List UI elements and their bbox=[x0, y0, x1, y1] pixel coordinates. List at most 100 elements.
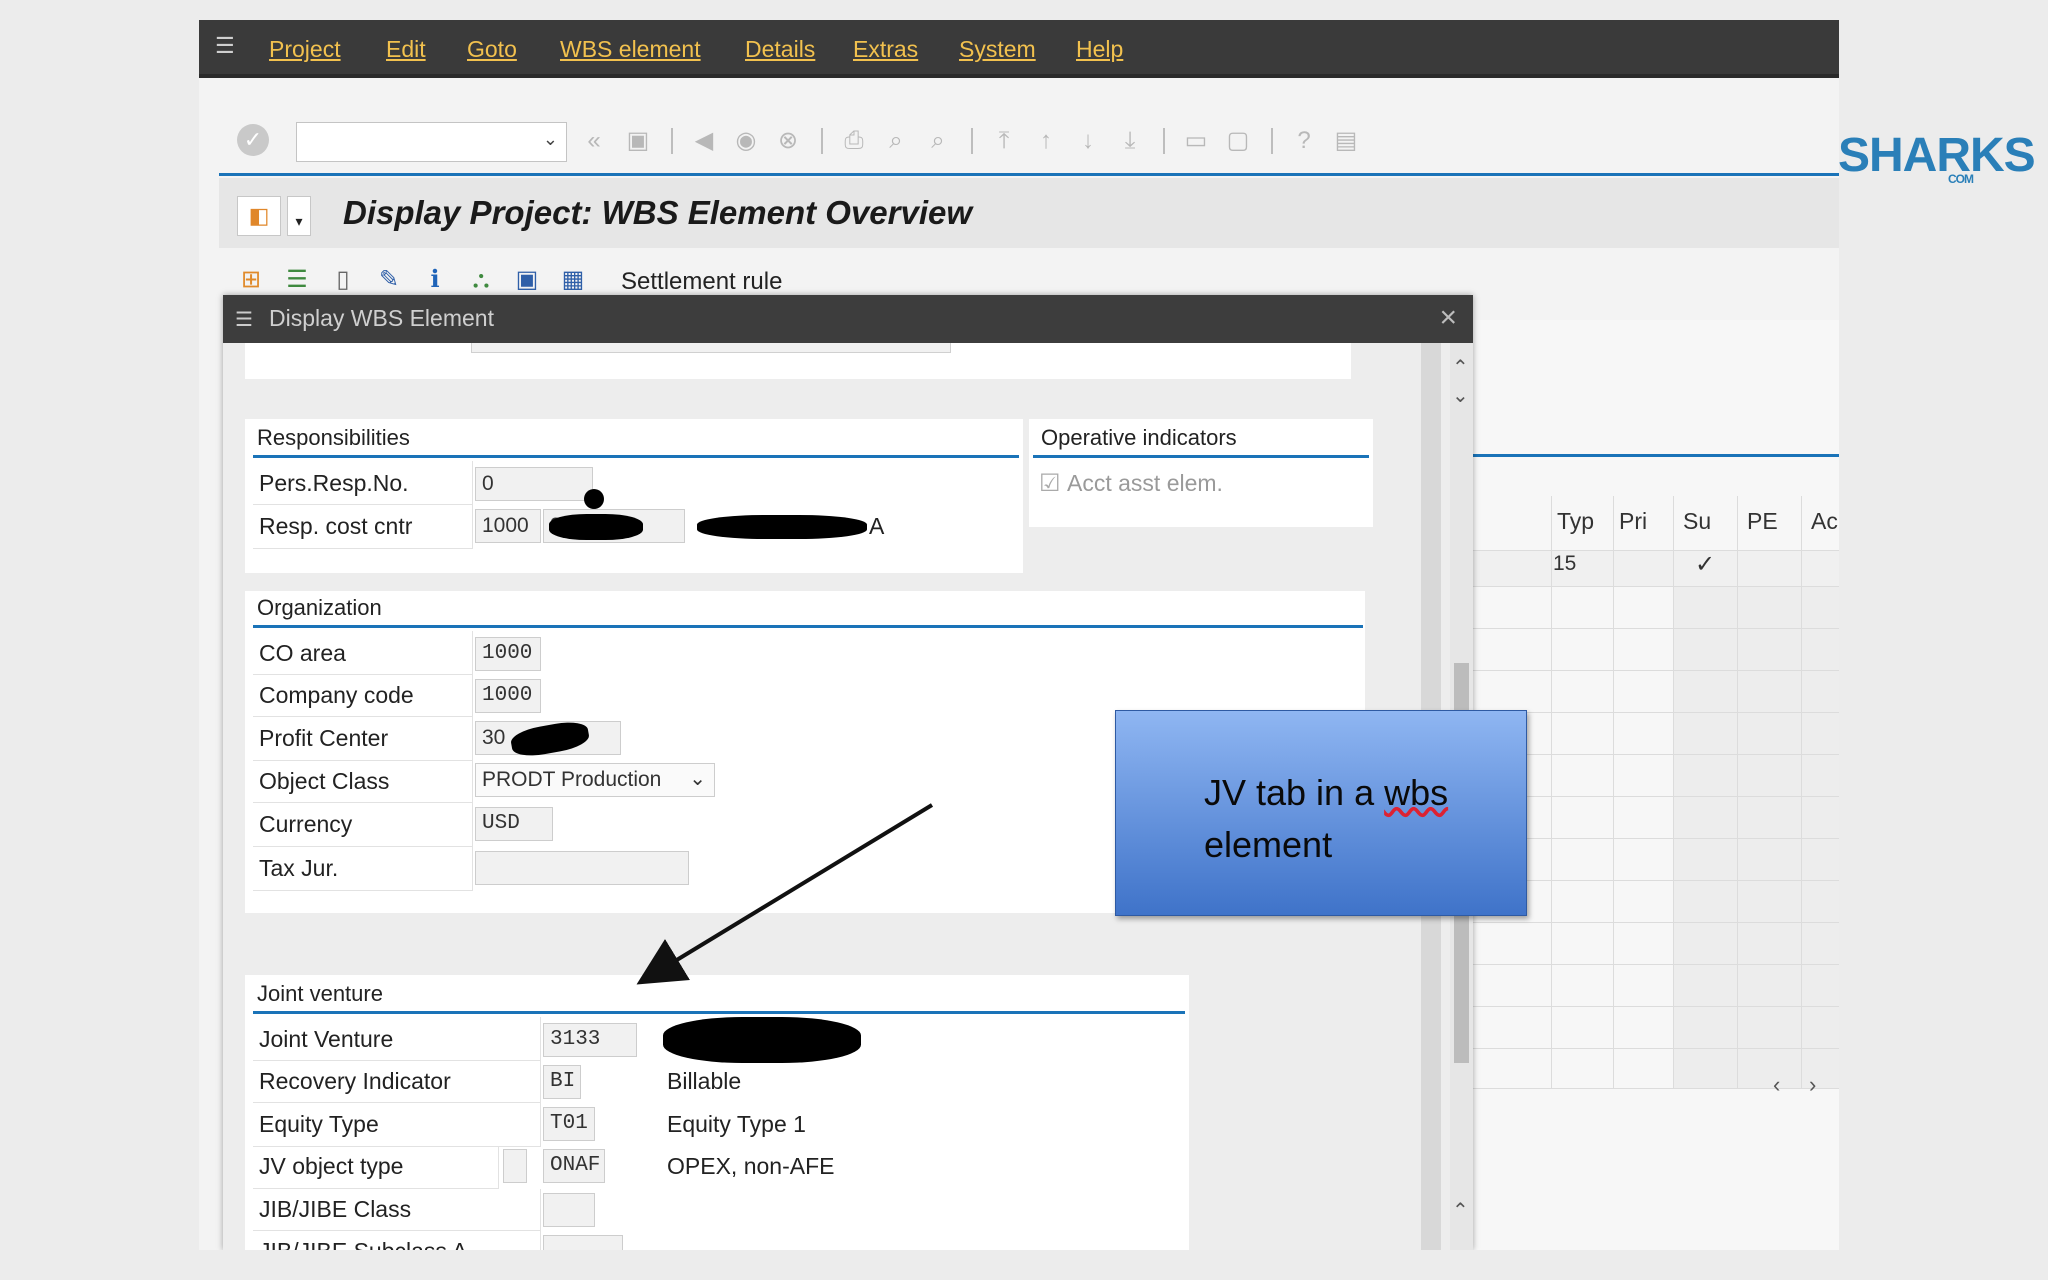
print-icon[interactable]: ⎙ bbox=[839, 126, 869, 156]
section-divider bbox=[253, 455, 1019, 458]
column-ac[interactable]: Ac bbox=[1811, 508, 1838, 535]
chevron-down-icon[interactable]: ⌄ bbox=[543, 129, 558, 150]
back-icon[interactable]: ◀ bbox=[689, 126, 719, 156]
hierarchy-icon[interactable]: ⛬ bbox=[465, 264, 497, 296]
joint-venture-panel: Joint venture Joint Venture 3133 Recover… bbox=[245, 975, 1189, 1250]
info-icon[interactable]: ℹ bbox=[419, 264, 451, 296]
grid-line bbox=[1737, 496, 1738, 1088]
grid-line bbox=[1473, 1006, 1839, 1007]
list-icon[interactable]: ☰ bbox=[281, 264, 313, 296]
currency-field[interactable]: USD bbox=[475, 807, 553, 841]
find-icon[interactable]: ⌕ bbox=[881, 126, 911, 156]
next-page-icon[interactable]: ↓ bbox=[1073, 126, 1103, 156]
resp-cost-label: Resp. cost cntr bbox=[259, 513, 413, 539]
currency-label: Currency bbox=[259, 811, 353, 837]
calendar-icon[interactable]: ▦ bbox=[557, 264, 589, 296]
menu-wbs-element[interactable]: WBS element bbox=[560, 36, 701, 63]
grid-line bbox=[1473, 712, 1839, 713]
more-menu-icon[interactable]: ▾ bbox=[287, 196, 311, 236]
command-field[interactable]: ⌄ bbox=[296, 122, 567, 162]
recovery-indicator-field[interactable]: BI bbox=[543, 1065, 581, 1099]
callout-line1-a: JV tab in a bbox=[1204, 772, 1385, 813]
cancel-icon[interactable]: ⊗ bbox=[773, 126, 803, 156]
chevron-down-icon[interactable]: ⌄ bbox=[689, 766, 706, 791]
jib-subclass-field[interactable] bbox=[543, 1235, 623, 1250]
joint-venture-field[interactable]: 3133 bbox=[543, 1023, 637, 1057]
column-pri[interactable]: Pri bbox=[1619, 508, 1647, 535]
grid-line bbox=[1473, 922, 1839, 923]
menu-system[interactable]: System bbox=[959, 36, 1036, 63]
cut-off-row bbox=[245, 343, 1351, 379]
first-page-icon[interactable]: ⤒ bbox=[989, 126, 1019, 156]
jv-object-type-label: JV object type bbox=[259, 1153, 404, 1179]
jib-class-field[interactable] bbox=[543, 1193, 595, 1227]
document-icon[interactable]: ▯ bbox=[327, 264, 359, 296]
menu-help[interactable]: Help bbox=[1076, 36, 1123, 63]
resp-cost-area-field[interactable]: 1000 bbox=[475, 509, 541, 543]
scroll-down-icon[interactable]: ⌄ bbox=[1452, 383, 1469, 408]
acct-asst-checkbox[interactable]: ☑ bbox=[1039, 469, 1061, 498]
responsibilities-title: Responsibilities bbox=[257, 425, 410, 450]
logo-sub: COM bbox=[1948, 172, 1974, 186]
grid-line bbox=[1551, 496, 1552, 1088]
jv-object-type-field[interactable]: ONAF bbox=[543, 1149, 605, 1183]
screen-icon[interactable]: ▣ bbox=[511, 264, 543, 296]
jv-object-type-check[interactable] bbox=[503, 1149, 527, 1183]
menu-goto[interactable]: Goto bbox=[467, 36, 517, 63]
menu-project[interactable]: Project bbox=[269, 36, 341, 63]
section-divider bbox=[253, 625, 1363, 628]
close-icon[interactable]: × bbox=[1439, 301, 1457, 335]
separator bbox=[821, 128, 823, 154]
co-area-field[interactable]: 1000 bbox=[475, 637, 541, 671]
project-icon[interactable]: ◧ bbox=[237, 196, 281, 236]
pers-resp-label: Pers.Resp.No. bbox=[259, 470, 409, 496]
scroll-up-icon[interactable]: ⌃ bbox=[1452, 1198, 1469, 1223]
pers-resp-field[interactable]: 0 bbox=[475, 467, 593, 501]
save-icon[interactable]: ▣ bbox=[623, 126, 653, 156]
help-icon[interactable]: ? bbox=[1289, 126, 1319, 156]
cell-typ: 15 bbox=[1553, 552, 1577, 575]
column-su[interactable]: Su bbox=[1683, 508, 1711, 535]
company-code-label: Company code bbox=[259, 682, 414, 708]
settlement-rule-button[interactable]: Settlement rule bbox=[621, 268, 782, 296]
redaction bbox=[697, 515, 867, 539]
menu-icon[interactable]: ☰ bbox=[215, 35, 241, 57]
equity-type-label: Equity Type bbox=[259, 1111, 379, 1137]
column-pe[interactable]: PE bbox=[1747, 508, 1778, 535]
title-bar: ◧ ▾ Display Project: WBS Element Overvie… bbox=[219, 178, 1839, 248]
grid-line bbox=[1473, 550, 1839, 551]
table-row[interactable] bbox=[1473, 550, 1839, 586]
back-arrow-icon[interactable]: « bbox=[579, 126, 609, 156]
edit-icon[interactable]: ✎ bbox=[373, 264, 405, 296]
new-session-icon[interactable]: ▭ bbox=[1181, 126, 1211, 156]
menu-edit[interactable]: Edit bbox=[386, 36, 426, 63]
callout-line2: element bbox=[1204, 824, 1333, 865]
previous-page-icon[interactable]: ↑ bbox=[1031, 126, 1061, 156]
menu-details[interactable]: Details bbox=[745, 36, 815, 63]
redaction bbox=[549, 514, 643, 540]
company-code-field[interactable]: 1000 bbox=[475, 679, 541, 713]
cell-su-checkbox[interactable]: ✓ bbox=[1695, 550, 1715, 579]
separator bbox=[1163, 128, 1165, 154]
separator bbox=[1271, 128, 1273, 154]
menu-extras[interactable]: Extras bbox=[853, 36, 918, 63]
column-typ[interactable]: Typ bbox=[1557, 508, 1594, 535]
enter-check-icon[interactable]: ✓ bbox=[237, 124, 269, 156]
scroll-up-icon[interactable]: ⌃ bbox=[1452, 355, 1469, 380]
tax-jur-field[interactable] bbox=[475, 851, 689, 885]
equity-type-field[interactable]: T01 bbox=[543, 1107, 595, 1141]
redaction bbox=[663, 1017, 861, 1063]
exit-icon[interactable]: ◉ bbox=[731, 126, 761, 156]
grid-line bbox=[1673, 496, 1674, 1088]
dialog-menu-icon[interactable]: ☰ bbox=[235, 307, 253, 332]
scroll-left-icon[interactable]: ‹ bbox=[1773, 1072, 1780, 1098]
shortcut-icon[interactable]: ▢ bbox=[1223, 126, 1253, 156]
object-class-select[interactable]: PRODT Production ⌄ bbox=[475, 763, 715, 797]
separator bbox=[671, 128, 673, 154]
last-page-icon[interactable]: ⤓ bbox=[1115, 126, 1145, 156]
create-icon[interactable]: ⊞ bbox=[235, 264, 267, 296]
cut-off-field bbox=[471, 343, 951, 353]
find-next-icon[interactable]: ⌕ bbox=[923, 126, 953, 156]
scroll-right-icon[interactable]: › bbox=[1809, 1072, 1816, 1098]
layout-menu-icon[interactable]: ▤ bbox=[1331, 126, 1361, 156]
